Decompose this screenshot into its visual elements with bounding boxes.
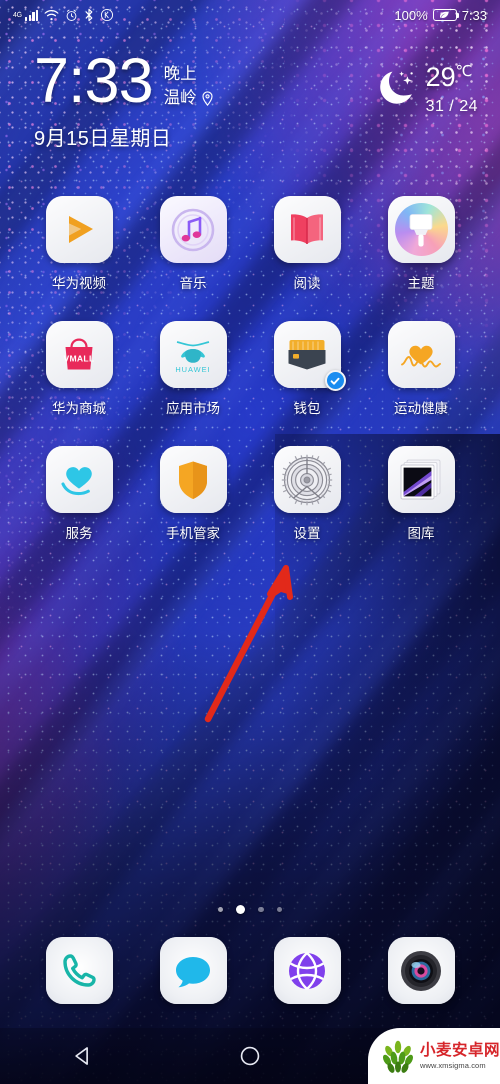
signal-bars-icon [24,9,39,21]
message-bubble-icon[interactable] [159,937,227,1004]
alarm-clock-icon [67,9,77,21]
wallet-card-icon[interactable] [273,321,346,391]
weather-current-temp: 29℃ [426,64,478,91]
app-music[interactable]: 音乐 [154,196,232,292]
weather-temp-value: 29 [425,62,456,92]
weather-widget[interactable]: 29℃ 31 / 24 [374,62,478,116]
status-bar-left: 4G [13,8,114,22]
app-label: 音乐 [179,276,207,291]
app-gallery[interactable]: 图库 [382,446,460,542]
clock-location: 温岭 [164,87,214,111]
dock [0,937,500,1004]
weather-icon-wrap [374,64,420,110]
app-themes[interactable]: 主题 [382,196,460,292]
phone-handset-icon[interactable] [45,937,113,1004]
app-label: 设置 [293,526,321,541]
clock-date: 9月15日星期日 [34,128,172,151]
app-label: 华为视频 [52,276,106,291]
app-vmall[interactable]: VMALL 华为商城 [40,321,118,417]
clock-city: 温岭 [163,88,197,107]
app-appgallery[interactable]: HUAWEI 应用市场 [154,321,232,417]
location-pin-icon [202,91,213,107]
app-row-3: 服务 手机管家 设置 图库 [0,446,500,542]
dock-item-camera[interactable] [382,937,460,1004]
wheat-logo-icon [382,1040,414,1073]
reader-book-icon[interactable] [273,196,341,263]
app-health[interactable]: 运动健康 [382,321,460,417]
themes-paintbrush-icon[interactable] [387,196,455,263]
crescent-moon-icon [379,71,413,104]
phone-manager-shield-icon[interactable] [159,446,227,513]
battery-percent-label: 100% [394,7,428,23]
wallpaper-shadow-bottom [0,628,500,1084]
svg-text:VMALL: VMALL [63,353,94,363]
app-wallet[interactable]: 钱包 [268,321,346,417]
app-label: 华为商城 [52,401,106,416]
page-dot[interactable] [217,906,224,913]
app-grid: 华为视频 音乐 阅读 主题 VMALL 华为商城 HUAWEI 应用市场 钱包 … [0,196,500,571]
app-huawei-video[interactable]: 华为视频 [40,196,118,292]
clock-time: 7:33 [34,46,154,116]
home-circle-icon [240,1046,260,1066]
status-bar-clock: 7:33 [461,7,487,23]
camera-lens-icon[interactable] [387,937,455,1004]
app-label: 应用市场 [166,401,220,416]
service-heart-hand-icon[interactable] [45,446,113,513]
status-bar-right: 100% 7:33 [394,8,487,23]
clock-meta: 晚上 温岭 [164,52,214,111]
app-service[interactable]: 服务 [40,446,118,542]
back-button[interactable] [50,1036,116,1076]
page-dot[interactable] [276,906,283,913]
app-label: 服务 [65,526,93,541]
battery-eco-icon [432,9,460,21]
app-label: 运动健康 [394,401,448,416]
app-row-2: VMALL 华为商城 HUAWEI 应用市场 钱包 运动健康 [0,321,500,417]
back-triangle-icon [75,1047,89,1065]
app-row-1: 华为视频 音乐 阅读 主题 [0,196,500,292]
browser-globe-icon[interactable] [273,937,341,1004]
clock-period: 晚上 [163,65,197,83]
clock-main-row: 7:33 晚上 温岭 [34,46,214,116]
weather-temp-unit: ℃ [455,63,473,80]
dock-item-phone[interactable] [40,937,118,1004]
app-phone-manager[interactable]: 手机管家 [154,446,232,542]
page-dot[interactable] [258,906,264,913]
music-icon[interactable] [159,196,227,263]
dock-item-messages[interactable] [154,937,232,1004]
wifi-icon [44,9,59,20]
app-label: 钱包 [293,401,321,416]
huawei-appgallery-icon[interactable]: HUAWEI [159,321,227,388]
app-settings[interactable]: 设置 [268,446,346,542]
circled-k-icon [101,8,114,22]
settings-gear-icon[interactable] [273,446,341,513]
status-bar: 4G 100% 7:33 [0,0,500,30]
weather-temp-range: 31 / 24 [425,98,478,115]
watermark-site-name: 小麦安卓网 [420,1042,500,1059]
watermark-url: www.xmsigma.com [420,1060,486,1070]
gallery-photos-icon[interactable] [387,446,455,513]
app-label: 主题 [407,276,435,291]
vmall-bag-icon[interactable]: VMALL [45,321,113,388]
page-dot-active[interactable] [236,905,246,914]
site-watermark: 小麦安卓网 www.xmsigma.com [368,1028,500,1084]
eco-leaf-icon [440,11,449,19]
health-heart-icon[interactable] [387,321,455,388]
page-indicator-dots[interactable] [0,905,500,914]
network-type-label: 4G [13,11,22,19]
app-label: 图库 [407,526,435,541]
verified-check-badge [324,370,346,391]
app-label: 手机管家 [166,526,220,541]
bluetooth-icon [86,8,93,22]
dock-item-browser[interactable] [268,937,346,1004]
app-reader[interactable]: 阅读 [268,196,346,292]
svg-text:HUAWEI: HUAWEI [175,365,210,374]
watermark-text: 小麦安卓网 www.xmsigma.com [420,1043,500,1069]
huawei-video-icon[interactable] [45,196,113,263]
app-label: 阅读 [293,276,321,291]
home-button[interactable] [217,1036,283,1076]
clock-widget[interactable]: 7:33 晚上 温岭 9月15日星期日 [34,46,214,151]
weather-temps: 29℃ 31 / 24 [426,62,478,116]
